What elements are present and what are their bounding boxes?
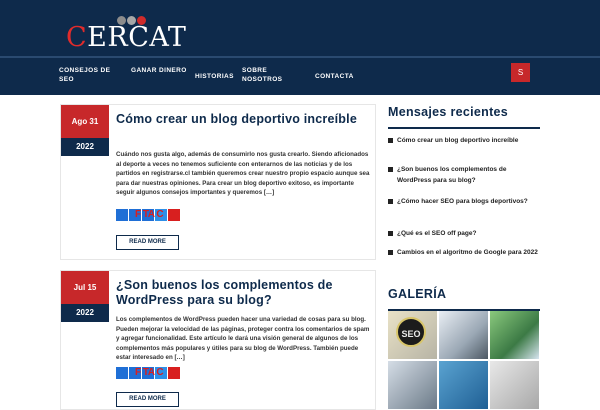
bullet-icon: [388, 231, 393, 236]
share-icon[interactable]: [168, 209, 180, 221]
bullet-icon: [388, 138, 393, 143]
recent-post-label: ¿Son buenos los complementos de WordPres…: [397, 166, 507, 184]
recent-post-link[interactable]: ¿Qué es el SEO off page?: [388, 229, 540, 240]
share-icon[interactable]: [116, 209, 128, 221]
recent-post-link[interactable]: Cambios en el algoritmo de Google para 2…: [388, 248, 540, 259]
gallery-widget: GALERÍA SEO: [388, 286, 540, 409]
widget-divider: [388, 127, 540, 129]
sidebar: Mensajes recientes Cómo crear un blog de…: [388, 104, 540, 409]
recent-post-label: ¿Cómo hacer SEO para blogs deportivos?: [397, 198, 528, 205]
share-icon[interactable]: [168, 367, 180, 379]
recent-post-link[interactable]: Cómo crear un blog deportivo increíble: [388, 136, 540, 147]
read-more-button[interactable]: READ MORE: [116, 235, 179, 250]
post-card: Jul 15 2022 ¿Son buenos los complementos…: [60, 270, 376, 410]
recent-post-link[interactable]: ¿Son buenos los complementos de WordPres…: [388, 165, 540, 186]
bullet-icon: [388, 167, 393, 172]
post-excerpt: Los complementos de WordPress pueden hac…: [116, 316, 370, 361]
logo-first-letter: C: [66, 22, 88, 53]
nav-item-ganar-dinero[interactable]: GANAR DINERO: [131, 66, 187, 75]
post-date: Jul 15 2022: [61, 271, 109, 322]
post-title[interactable]: Cómo crear un blog deportivo increíble: [116, 112, 366, 127]
share-label: F TA C: [135, 209, 164, 220]
post-title[interactable]: ¿Son buenos los complementos de WordPres…: [116, 278, 366, 308]
recent-post-label: Cambios en el algoritmo de Google para 2…: [397, 249, 538, 256]
nav-item-contacta[interactable]: CONTACTA: [315, 72, 371, 81]
post-date-year: 2022: [61, 138, 109, 156]
gallery-grid: SEO: [388, 311, 540, 409]
post-card: Ago 31 2022 Cómo crear un blog deportivo…: [60, 104, 376, 260]
gallery-title: GALERÍA: [388, 287, 447, 301]
seo-badge-image: SEO: [396, 317, 426, 347]
recent-post-link[interactable]: ¿Cómo hacer SEO para blogs deportivos?: [388, 197, 540, 208]
gallery-thumbnail[interactable]: SEO: [388, 311, 437, 359]
post-date-year: 2022: [61, 304, 109, 322]
logo-text: CERCAT: [66, 22, 186, 53]
gallery-thumbnail[interactable]: [439, 361, 488, 409]
nav-item-consejos-de-seo[interactable]: CONSEJOS DE SEO: [59, 66, 115, 84]
gallery-thumbnail[interactable]: [490, 361, 539, 409]
search-button[interactable]: S: [511, 63, 530, 82]
post-date: Ago 31 2022: [61, 105, 109, 156]
post-date-day: Ago 31: [61, 105, 109, 138]
gallery-thumbnail[interactable]: [439, 311, 488, 359]
share-icons[interactable]: F TA C: [116, 367, 188, 379]
site-header: CERCAT CONSEJOS DE SEO GANAR DINERO HIST…: [0, 0, 600, 95]
post-excerpt: Cuándo nos gusta algo, además de consumi…: [116, 151, 370, 196]
nav-item-sobre-nosotros[interactable]: SOBRE NOSOTROS: [242, 66, 298, 84]
share-icons[interactable]: F TA C: [116, 209, 188, 221]
gallery-thumbnail[interactable]: [388, 361, 437, 409]
logo-rest: ERCAT: [87, 22, 187, 53]
recent-posts-title: Mensajes recientes: [388, 105, 509, 119]
bullet-icon: [388, 199, 393, 204]
share-icon[interactable]: [116, 367, 128, 379]
post-date-day: Jul 15: [61, 271, 109, 304]
recent-post-label: ¿Qué es el SEO off page?: [397, 230, 477, 237]
search-icon: S: [517, 68, 524, 77]
share-label: F TA C: [135, 367, 164, 378]
header-divider: [0, 56, 600, 58]
gallery-thumbnail[interactable]: [490, 311, 539, 359]
bullet-icon: [388, 250, 393, 255]
recent-post-label: Cómo crear un blog deportivo increíble: [397, 137, 519, 144]
